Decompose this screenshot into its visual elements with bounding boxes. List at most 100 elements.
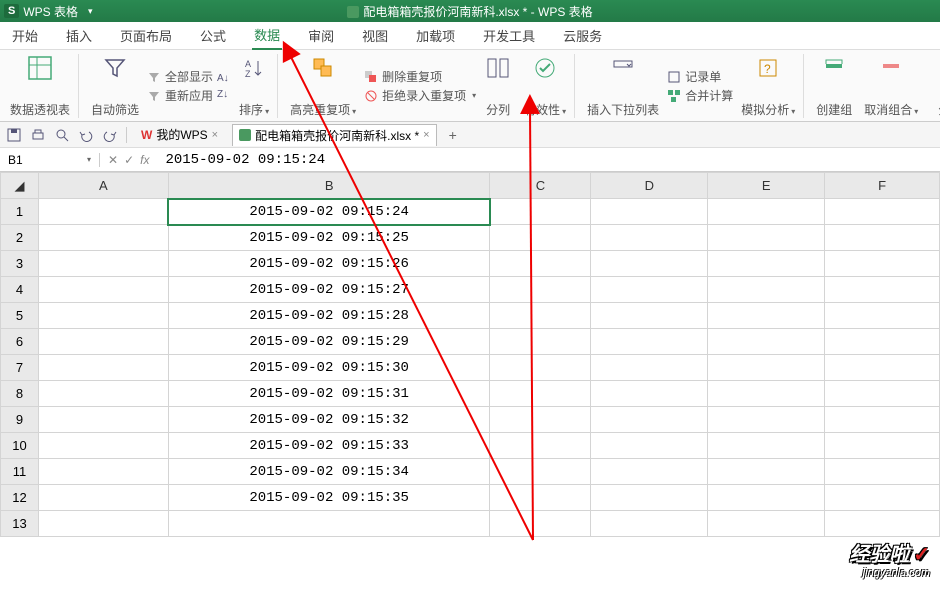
cell[interactable] xyxy=(825,381,940,407)
cell[interactable] xyxy=(825,511,940,537)
cell[interactable] xyxy=(38,199,168,225)
reject-dup-button[interactable]: 拒绝录入重复项▾ xyxy=(364,87,476,104)
cell[interactable] xyxy=(38,277,168,303)
cell[interactable] xyxy=(38,433,168,459)
sort-asc-button[interactable]: A↓ xyxy=(217,71,231,85)
sort-button[interactable]: AZ 排序▾ xyxy=(235,54,278,118)
cell[interactable] xyxy=(490,303,591,329)
cell[interactable] xyxy=(708,433,825,459)
tab-formula[interactable]: 公式 xyxy=(198,22,228,49)
cell[interactable] xyxy=(825,433,940,459)
cell[interactable] xyxy=(490,355,591,381)
cell[interactable] xyxy=(490,433,591,459)
mywps-tab[interactable]: W 我的WPS × xyxy=(135,124,224,145)
row-header[interactable]: 9 xyxy=(1,407,39,433)
row-header[interactable]: 8 xyxy=(1,381,39,407)
cell[interactable] xyxy=(825,251,940,277)
confirm-edit-button[interactable]: ✓ xyxy=(124,153,134,167)
cell[interactable]: 2015-09-02 09:15:35 xyxy=(168,485,490,511)
cell[interactable] xyxy=(825,485,940,511)
delete-dup-button[interactable]: 删除重复项 xyxy=(364,68,476,85)
cell[interactable] xyxy=(708,251,825,277)
cell[interactable] xyxy=(591,277,708,303)
cell[interactable]: 2015-09-02 09:15:25 xyxy=(168,225,490,251)
cell[interactable]: 2015-09-02 09:15:24 xyxy=(168,199,490,225)
column-header[interactable]: B xyxy=(168,173,490,199)
cell[interactable] xyxy=(38,355,168,381)
show-all-button[interactable]: 全部显示 xyxy=(147,68,213,85)
consolidate-button[interactable]: 合并计算 xyxy=(667,87,733,104)
cell[interactable] xyxy=(825,303,940,329)
cell[interactable] xyxy=(708,381,825,407)
sort-desc-button[interactable]: Z↓ xyxy=(217,87,231,101)
cell[interactable] xyxy=(38,485,168,511)
record-form-button[interactable]: 记录单 xyxy=(667,68,733,85)
column-header[interactable]: E xyxy=(708,173,825,199)
cell[interactable] xyxy=(490,511,591,537)
cell[interactable] xyxy=(825,199,940,225)
save-button[interactable] xyxy=(6,127,22,143)
dropdown-list-button[interactable]: 插入下拉列表 xyxy=(583,54,663,118)
cell[interactable]: 2015-09-02 09:15:27 xyxy=(168,277,490,303)
cell[interactable] xyxy=(825,355,940,381)
cell[interactable] xyxy=(708,225,825,251)
column-header[interactable]: C xyxy=(490,173,591,199)
close-icon[interactable]: × xyxy=(212,129,218,141)
cell[interactable] xyxy=(490,277,591,303)
cell[interactable] xyxy=(708,407,825,433)
close-icon[interactable]: × xyxy=(423,129,429,141)
cell[interactable]: 2015-09-02 09:15:30 xyxy=(168,355,490,381)
tab-cloud[interactable]: 云服务 xyxy=(561,22,604,49)
cell[interactable] xyxy=(708,355,825,381)
tab-addins[interactable]: 加载项 xyxy=(414,22,457,49)
cell[interactable] xyxy=(825,459,940,485)
cell[interactable] xyxy=(708,303,825,329)
cell[interactable] xyxy=(591,199,708,225)
cell[interactable]: 2015-09-02 09:15:33 xyxy=(168,433,490,459)
preview-button[interactable] xyxy=(54,127,70,143)
cell[interactable] xyxy=(591,433,708,459)
cell[interactable] xyxy=(38,459,168,485)
cell[interactable] xyxy=(591,251,708,277)
row-header[interactable]: 7 xyxy=(1,355,39,381)
cell[interactable] xyxy=(490,199,591,225)
row-header[interactable]: 6 xyxy=(1,329,39,355)
group-button[interactable]: 创建组 xyxy=(812,54,856,118)
cell[interactable] xyxy=(490,225,591,251)
cell[interactable]: 2015-09-02 09:15:26 xyxy=(168,251,490,277)
cell[interactable] xyxy=(708,459,825,485)
cell[interactable] xyxy=(490,407,591,433)
row-header[interactable]: 11 xyxy=(1,459,39,485)
row-header[interactable]: 2 xyxy=(1,225,39,251)
autofilter-button[interactable]: 自动筛选 xyxy=(87,54,143,118)
tab-view[interactable]: 视图 xyxy=(360,22,390,49)
highlight-dup-button[interactable]: 高亮重复项▾ xyxy=(286,54,360,118)
cell[interactable] xyxy=(825,277,940,303)
row-header[interactable]: 1 xyxy=(1,199,39,225)
cell[interactable]: 2015-09-02 09:15:28 xyxy=(168,303,490,329)
cell[interactable] xyxy=(168,511,490,537)
cell[interactable] xyxy=(490,485,591,511)
ungroup-button[interactable]: 取消组合▾ xyxy=(860,54,922,118)
row-header[interactable]: 12 xyxy=(1,485,39,511)
cell[interactable] xyxy=(591,381,708,407)
row-header[interactable]: 4 xyxy=(1,277,39,303)
pivot-table-button[interactable]: 数据透视表 xyxy=(6,54,79,118)
cell[interactable] xyxy=(708,199,825,225)
new-tab-button[interactable]: + xyxy=(449,127,457,143)
tab-data[interactable]: 数据 xyxy=(252,21,282,50)
row-header[interactable]: 5 xyxy=(1,303,39,329)
cell[interactable] xyxy=(591,511,708,537)
cell[interactable]: 2015-09-02 09:15:34 xyxy=(168,459,490,485)
redo-button[interactable] xyxy=(102,127,118,143)
cell[interactable] xyxy=(825,407,940,433)
fx-button[interactable]: fx xyxy=(140,153,149,167)
cell[interactable] xyxy=(825,329,940,355)
cell[interactable]: 2015-09-02 09:15:31 xyxy=(168,381,490,407)
cell[interactable] xyxy=(825,225,940,251)
cell[interactable] xyxy=(38,225,168,251)
cell[interactable] xyxy=(591,225,708,251)
reapply-button[interactable]: 重新应用 xyxy=(147,87,213,104)
tab-developer[interactable]: 开发工具 xyxy=(481,22,537,49)
cell[interactable] xyxy=(591,459,708,485)
